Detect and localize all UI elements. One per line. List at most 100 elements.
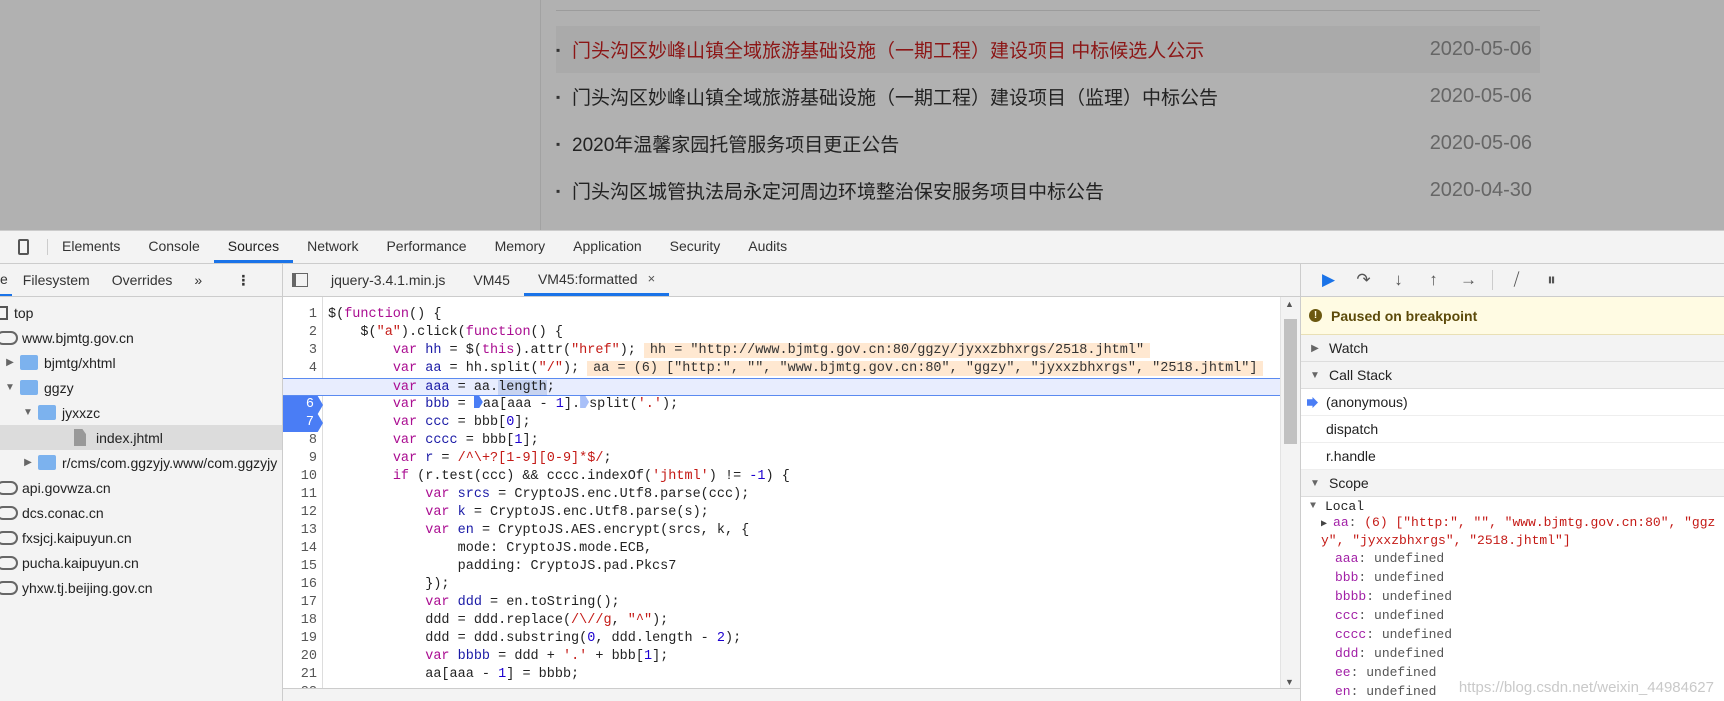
- inline-breakpoint-icon[interactable]: [473, 396, 483, 408]
- breakpoint-marker[interactable]: 6: [283, 396, 323, 414]
- tab-memory[interactable]: Memory: [481, 231, 560, 263]
- news-title[interactable]: 门头沟区妙峰山镇全域旅游基础设施（一期工程）建设项目 中标候选人公示: [572, 36, 1430, 63]
- collapsed-triangle-icon[interactable]: ▶: [22, 457, 34, 468]
- scope-variable[interactable]: ddd: undefined: [1301, 644, 1724, 663]
- line-number[interactable]: 4: [283, 360, 323, 378]
- step-out-icon[interactable]: ↑: [1416, 270, 1451, 290]
- scope-variable[interactable]: bbbb: undefined: [1301, 587, 1724, 606]
- editor-scrollbar[interactable]: ▲ ▼: [1280, 297, 1300, 689]
- navigator-tab-e[interactable]: e: [0, 264, 12, 296]
- collapsed-triangle-icon[interactable]: ▶: [4, 357, 16, 368]
- tab-performance[interactable]: Performance: [372, 231, 480, 263]
- tree-item[interactable]: ▼ jyxxzc: [0, 400, 282, 425]
- tree-item[interactable]: ▶ r/cms/com.ggzyjy.www/com.ggzyjy: [0, 450, 282, 475]
- tab-sources[interactable]: Sources: [213, 231, 294, 263]
- tab-application[interactable]: Application: [559, 231, 656, 263]
- line-number[interactable]: 8: [283, 432, 323, 450]
- line-number[interactable]: 3: [283, 342, 323, 360]
- news-title[interactable]: 门头沟区妙峰山镇全域旅游基础设施（一期工程）建设项目（监理）中标公告: [572, 83, 1430, 110]
- news-title[interactable]: 2020年温馨家园托管服务项目更正公告: [572, 130, 1430, 157]
- news-item[interactable]: ▪ 门头沟区城管执法局永定河周边环境整治保安服务项目中标公告 2020-04-30: [556, 167, 1540, 214]
- tree-item[interactable]: top: [0, 300, 282, 325]
- scroll-down-icon[interactable]: ▼: [1285, 677, 1294, 687]
- scope-local[interactable]: ▼ Local: [1301, 497, 1724, 515]
- file-tab[interactable]: VM45: [459, 264, 524, 296]
- news-item[interactable]: ▪ 2020年温馨家园托管服务项目更正公告 2020-05-06: [556, 120, 1540, 167]
- code-line: var aa = hh.split("/"); aa = (6) ["http:"…: [328, 360, 1280, 378]
- file-tab[interactable]: VM45:formatted ×: [523, 264, 670, 296]
- code-token: );: [562, 361, 580, 376]
- close-icon[interactable]: ×: [648, 271, 656, 286]
- line-number[interactable]: 2: [283, 324, 323, 342]
- deactivate-breakpoints-icon[interactable]: ⧸: [1499, 270, 1534, 290]
- line-number[interactable]: 16: [283, 576, 323, 594]
- news-item[interactable]: ▪ 门头沟区妙峰山镇全域旅游基础设施（一期工程）建设项目（监理）中标公告 2020-…: [556, 73, 1540, 120]
- news-title[interactable]: 门头沟区城管执法局永定河周边环境整治保安服务项目中标公告: [572, 177, 1430, 204]
- call-frame[interactable]: (anonymous): [1301, 389, 1724, 416]
- inline-breakpoint-icon[interactable]: [580, 396, 590, 408]
- line-number[interactable]: 18: [283, 612, 323, 630]
- tree-item[interactable]: ▼ ggzy: [0, 375, 282, 400]
- tab-elements[interactable]: Elements: [48, 231, 134, 263]
- device-toolbar-icon[interactable]: [0, 239, 48, 255]
- line-number[interactable]: 11: [283, 486, 323, 504]
- tree-item[interactable]: yhxw.tj.beijing.gov.cn: [0, 575, 282, 600]
- scope-variable[interactable]: ▶ aa: (6) ["http:", "", "www.bjmtg.gov.c…: [1301, 515, 1724, 549]
- tab-audits[interactable]: Audits: [734, 231, 801, 263]
- line-number[interactable]: 12: [283, 504, 323, 522]
- expanded-triangle-icon[interactable]: ▼: [4, 382, 16, 393]
- line-number[interactable]: 19: [283, 630, 323, 648]
- line-number[interactable]: 1: [283, 306, 323, 324]
- tree-item[interactable]: api.govwza.cn: [0, 475, 282, 500]
- pause-on-exceptions-icon[interactable]: ⏸: [1534, 270, 1569, 290]
- navigator-tab-filesystem[interactable]: Filesystem: [12, 264, 101, 296]
- scope-variable[interactable]: bbb: undefined: [1301, 568, 1724, 587]
- line-gutter[interactable]: 12345678910111213141516171819202122: [283, 297, 323, 689]
- watch-section[interactable]: ▶ Watch: [1301, 335, 1724, 362]
- tree-item[interactable]: pucha.kaipuyun.cn: [0, 550, 282, 575]
- call-frame[interactable]: dispatch: [1301, 416, 1724, 443]
- scope-variable[interactable]: cccc: undefined: [1301, 625, 1724, 644]
- tree-item[interactable]: index.jhtml: [0, 425, 282, 450]
- line-number[interactable]: 20: [283, 648, 323, 666]
- expanded-triangle-icon[interactable]: ▼: [22, 407, 34, 418]
- news-item[interactable]: ▪ 门头沟区妙峰山镇全域旅游基础设施（一期工程）建设项目 中标候选人公示 2020-…: [556, 26, 1540, 73]
- tab-console[interactable]: Console: [134, 231, 213, 263]
- tab-network[interactable]: Network: [293, 231, 372, 263]
- code-line: });: [328, 576, 1280, 594]
- line-number[interactable]: 9: [283, 450, 323, 468]
- menu-icon[interactable]: ⋮: [225, 264, 261, 296]
- tab-security[interactable]: Security: [656, 231, 735, 263]
- breakpoint-marker[interactable]: 7: [283, 414, 323, 432]
- line-number[interactable]: 17: [283, 594, 323, 612]
- call-stack-section[interactable]: ▼ Call Stack: [1301, 362, 1724, 389]
- code-editor[interactable]: 12345678910111213141516171819202122 $(fu…: [283, 297, 1280, 689]
- toggle-navigator-icon[interactable]: [283, 264, 317, 296]
- line-number[interactable]: 21: [283, 666, 323, 684]
- tree-item[interactable]: dcs.conac.cn: [0, 500, 282, 525]
- line-number[interactable]: 15: [283, 558, 323, 576]
- expand-triangle-icon[interactable]: ▶: [1321, 519, 1333, 530]
- line-number[interactable]: 14: [283, 540, 323, 558]
- scroll-up-icon[interactable]: ▲: [1285, 299, 1294, 309]
- file-tab[interactable]: jquery-3.4.1.min.js: [317, 264, 459, 296]
- step-over-icon[interactable]: ↷: [1346, 270, 1381, 290]
- call-frame[interactable]: r.handle: [1301, 443, 1724, 470]
- scope-variable[interactable]: aaa: undefined: [1301, 549, 1724, 568]
- step-into-icon[interactable]: ↓: [1381, 270, 1416, 290]
- code-line: aa[aaa - 1] = bbbb;: [328, 666, 1280, 684]
- more-tabs-icon[interactable]: »: [183, 264, 213, 296]
- tree-item[interactable]: www.bjmtg.gov.cn: [0, 325, 282, 350]
- scrollbar-thumb[interactable]: [1284, 319, 1297, 444]
- scope-variable[interactable]: ccc: undefined: [1301, 606, 1724, 625]
- resume-icon[interactable]: ▶︎: [1311, 270, 1346, 290]
- tree-item[interactable]: fxsjcj.kaipuyun.cn: [0, 525, 282, 550]
- step-icon[interactable]: →: [1451, 270, 1486, 290]
- line-number[interactable]: 13: [283, 522, 323, 540]
- variable-name: ddd: [1335, 646, 1359, 661]
- navigator-tab-overrides[interactable]: Overrides: [101, 264, 184, 296]
- tree-item[interactable]: ▶ bjmtg/xhtml: [0, 350, 282, 375]
- scope-section[interactable]: ▼ Scope: [1301, 470, 1724, 497]
- line-number[interactable]: 10: [283, 468, 323, 486]
